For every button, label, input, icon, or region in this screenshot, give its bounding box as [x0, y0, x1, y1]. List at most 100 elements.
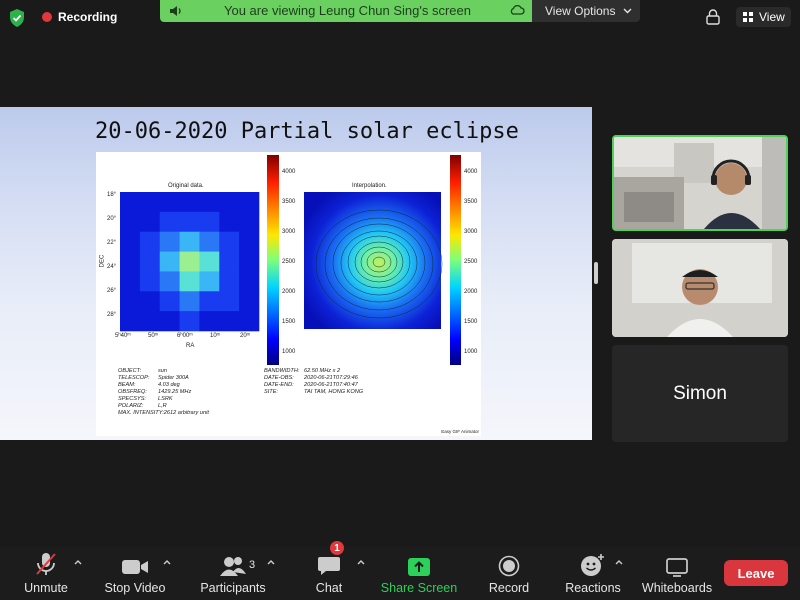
view-options-label: View Options	[545, 4, 616, 18]
heatmap-cell	[219, 211, 240, 233]
y-axis-label: DEC	[99, 254, 106, 268]
colorbar-tick: 2000	[464, 289, 478, 295]
security-shield-icon[interactable]	[8, 8, 26, 28]
unmute-label: Unmute	[24, 581, 68, 595]
zoom-meeting-window: Recording You are viewing Leung Chun Sin…	[0, 0, 800, 600]
chevron-up-icon[interactable]	[615, 559, 623, 565]
x-tick: 10ᵐ	[210, 333, 221, 339]
x-tick: 5ʰ40ᵐ	[115, 333, 131, 339]
heatmap-cell	[120, 231, 141, 252]
panel-left-title: Original data.	[168, 183, 204, 189]
y-tick: 22°	[107, 240, 117, 246]
colorbar-tick: 3500	[464, 199, 478, 205]
grid-view-icon	[743, 12, 753, 22]
participant-name: Simon	[673, 382, 727, 404]
shared-screen: 20-06-2020 Partial solar eclipse Origina…	[0, 107, 592, 440]
record-icon	[498, 555, 520, 577]
banner-text: You are viewing Leung Chun Sing's screen	[224, 3, 471, 18]
gallery-lock-icon[interactable]	[703, 7, 723, 27]
chat-button[interactable]: 1 Chat	[308, 541, 350, 600]
colorbar-tick: 3000	[464, 229, 478, 235]
panel-right-title: Interpolation.	[352, 183, 387, 189]
video-tile-speaker[interactable]	[612, 135, 788, 231]
heatmap-cell	[120, 211, 141, 233]
heatmap-cell	[120, 271, 141, 292]
chevron-up-icon[interactable]	[267, 559, 275, 565]
colorbar-tick: 2500	[282, 259, 296, 265]
video-tile-participant[interactable]	[612, 239, 788, 337]
heatmap-cell	[159, 231, 180, 252]
heatmap-cell	[199, 251, 220, 272]
x-axis-label: RA	[186, 343, 195, 349]
microphone-muted-icon	[36, 553, 56, 575]
stop-video-label: Stop Video	[104, 581, 166, 595]
heatmap-cell	[139, 291, 161, 312]
unmute-button[interactable]: Unmute	[16, 547, 76, 600]
heatmap-cell	[179, 271, 200, 292]
speaker-icon	[170, 6, 181, 16]
chat-unread-badge: 1	[330, 541, 344, 555]
colorbar-tick: 3000	[282, 229, 296, 235]
view-button[interactable]: View	[736, 7, 791, 27]
heatmap-cell	[199, 211, 220, 233]
record-label: Record	[488, 581, 530, 595]
leave-button[interactable]: Leave	[724, 560, 788, 586]
heatmap-cell	[120, 192, 141, 213]
reactions-button[interactable]: Reactions	[560, 547, 626, 600]
x-tick: 20ᵐ	[240, 333, 251, 339]
chevron-up-icon[interactable]	[357, 559, 365, 565]
reaction-emoji-icon	[581, 554, 604, 576]
heatmap-cell	[239, 192, 260, 213]
view-label: View	[759, 10, 785, 24]
colorbar-tick: 1000	[282, 349, 296, 355]
heatmap-cell	[199, 291, 220, 312]
record-button[interactable]: Record	[485, 547, 533, 600]
y-tick: 20°	[107, 216, 117, 222]
watermark-text: Easy GIF Animator	[441, 429, 479, 434]
panel-resize-handle[interactable]	[594, 262, 598, 284]
share-screen-button[interactable]: Share Screen	[378, 547, 460, 600]
y-tick: 24°	[107, 264, 117, 270]
heatmap-cell	[159, 311, 180, 332]
metadata-left: OBJECT: sun TELESCOP: Spider 300A BEAM: 4.0…	[118, 368, 209, 416]
whiteboards-label: Whiteboards	[641, 581, 713, 595]
metadata-right: BANDWIDTH: 62.50 MHz x 2 DATE-OBS: 2020-06…	[264, 368, 364, 395]
recording-indicator[interactable]: Recording	[36, 7, 123, 27]
colorbar-tick: 1000	[464, 349, 478, 355]
heatmap-cell	[159, 271, 180, 292]
colorbar-tick: 4000	[464, 169, 478, 175]
heatmap-cell	[219, 231, 240, 252]
recording-label: Recording	[58, 10, 118, 24]
whiteboard-icon	[666, 558, 688, 577]
chevron-up-icon[interactable]	[74, 559, 82, 565]
heatmap-cell	[139, 311, 161, 332]
heatmap-cell	[159, 251, 180, 272]
view-options-button[interactable]: View Options	[532, 0, 640, 22]
heatmap-cell	[179, 192, 200, 213]
heatmap-cell	[219, 251, 240, 272]
cloud-icon	[510, 4, 525, 15]
heatmap-cell	[239, 231, 260, 252]
heatmap-cell	[239, 291, 260, 312]
heatmap-cell	[219, 271, 240, 292]
participants-button[interactable]: Participants	[196, 547, 270, 600]
heatmap-cell	[159, 291, 180, 312]
heatmap-cell	[239, 211, 260, 233]
whiteboards-button[interactable]: Whiteboards	[638, 547, 716, 600]
colorbar-tick: 1500	[464, 319, 478, 325]
chevron-up-icon[interactable]	[163, 559, 171, 565]
stop-video-button[interactable]: Stop Video	[100, 547, 170, 600]
heatmap-cell	[179, 231, 200, 252]
participant-video-image	[612, 239, 788, 337]
reactions-label: Reactions	[565, 581, 621, 595]
heatmap-cell	[219, 291, 240, 312]
eclipse-figure: Original data. Interpolation. DEC RA 18°…	[96, 152, 481, 436]
y-tick: 26°	[107, 288, 117, 294]
heatmap-cell	[179, 291, 200, 312]
heatmap-cell	[199, 271, 220, 292]
video-tile-simon[interactable]: Simon	[612, 345, 788, 442]
heatmap-cell	[139, 271, 161, 292]
slide-title: 20-06-2020 Partial solar eclipse	[95, 119, 519, 144]
heatmap-cell	[239, 271, 260, 292]
participants-label: Participants	[200, 581, 266, 595]
